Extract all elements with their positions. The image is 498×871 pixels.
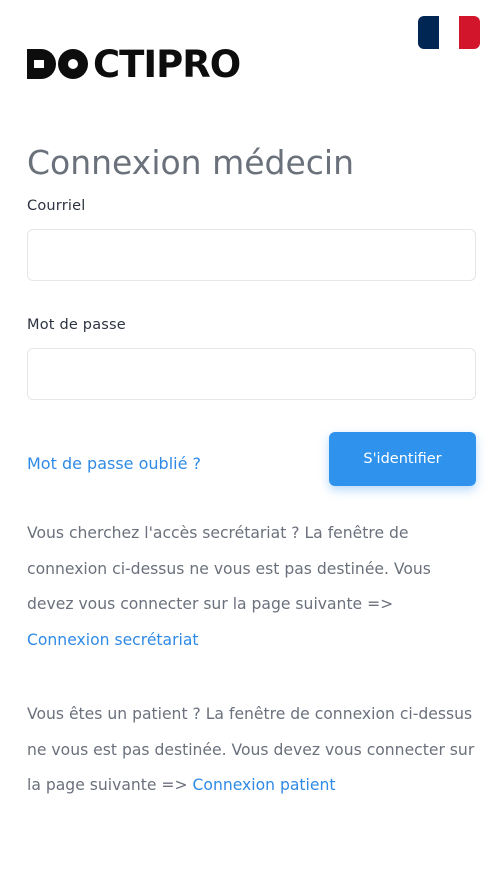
email-field[interactable]	[27, 229, 476, 281]
flag-stripe-white	[438, 16, 460, 49]
email-label: Courriel	[27, 198, 86, 214]
secretariat-login-link[interactable]: Connexion secrétariat	[27, 631, 199, 649]
language-flag-icon[interactable]	[418, 16, 480, 49]
brand-logo: CTIPRO	[27, 42, 241, 86]
logo-mark-icon	[27, 49, 88, 79]
secretariat-notice-text: Vous cherchez l'accès secrétariat ? La f…	[27, 524, 431, 613]
password-field[interactable]	[27, 348, 476, 400]
page-title: Connexion médecin	[27, 143, 355, 182]
secretariat-notice: Vous cherchez l'accès secrétariat ? La f…	[27, 516, 477, 658]
forgot-password-link[interactable]: Mot de passe oublié ?	[27, 454, 201, 473]
flag-stripe-red	[459, 16, 480, 49]
login-button[interactable]: S'identifier	[329, 432, 476, 486]
password-label: Mot de passe	[27, 317, 126, 333]
patient-notice: Vous êtes un patient ? La fenêtre de con…	[27, 697, 477, 804]
brand-name: CTIPRO	[93, 42, 241, 86]
flag-stripe-blue	[418, 16, 439, 49]
patient-login-link[interactable]: Connexion patient	[193, 776, 336, 794]
